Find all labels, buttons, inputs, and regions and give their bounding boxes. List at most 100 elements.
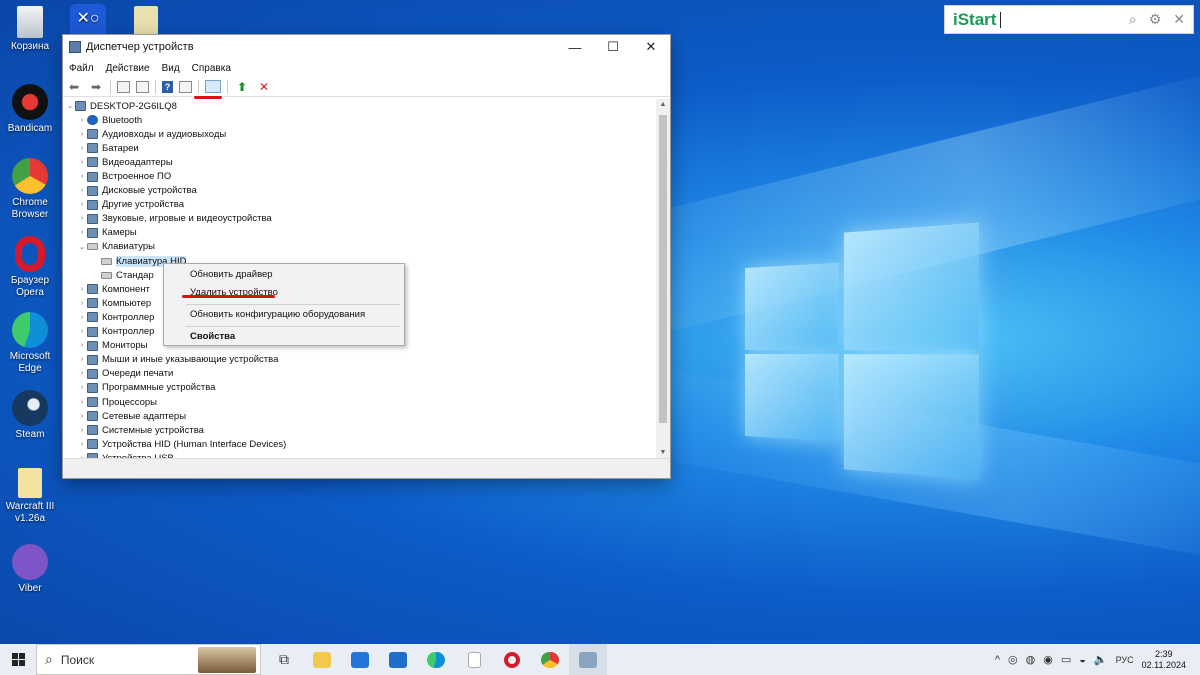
- title-bar[interactable]: Диспетчер устройств — ☐ ✕: [63, 35, 670, 59]
- collapse-arrow-icon[interactable]: ⌄: [65, 102, 75, 110]
- desktop-icon-recycle-bin[interactable]: Корзина: [2, 6, 58, 53]
- expand-arrow-icon[interactable]: ›: [77, 328, 87, 335]
- close-button[interactable]: ✕: [632, 39, 670, 55]
- tree-category-item[interactable]: › Видеоадаптеры: [63, 155, 656, 169]
- desktop-icon-bandicam[interactable]: Bandicam: [2, 84, 58, 135]
- expand-arrow-icon[interactable]: ›: [77, 399, 87, 406]
- taskbar-opera[interactable]: [493, 644, 531, 675]
- tree-category-item[interactable]: › Сетевые адаптеры: [63, 409, 656, 423]
- resources-view-icon[interactable]: [179, 81, 192, 93]
- scroll-up-icon[interactable]: ▲: [656, 101, 670, 108]
- vertical-scrollbar[interactable]: ▲ ▼: [656, 99, 670, 458]
- expand-arrow-icon[interactable]: ›: [77, 384, 87, 391]
- tree-category-item[interactable]: › Камеры: [63, 226, 656, 240]
- expand-arrow-icon[interactable]: ›: [77, 201, 87, 208]
- menu-file[interactable]: Файл: [69, 63, 94, 74]
- webcam-icon[interactable]: ◎: [1008, 653, 1018, 666]
- expand-arrow-icon[interactable]: ›: [77, 300, 87, 307]
- taskbar-explorer[interactable]: [303, 644, 341, 675]
- expand-arrow-icon[interactable]: ›: [77, 215, 87, 222]
- desktop-icon-edge[interactable]: Microsoft Edge: [2, 312, 58, 375]
- computer-icon: [75, 101, 86, 111]
- back-arrow-icon[interactable]: ⬅: [66, 79, 82, 95]
- tree-category-item[interactable]: › Системные устройства: [63, 423, 656, 437]
- scrollbar-thumb[interactable]: [659, 115, 667, 423]
- menu-item-update-driver[interactable]: Обновить драйвер: [190, 269, 273, 280]
- volume-icon[interactable]: 🔈: [1094, 653, 1108, 666]
- tree-category-item[interactable]: › Очереди печати: [63, 367, 656, 381]
- tree-category-item[interactable]: › Мыши и иные указывающие устройства: [63, 353, 656, 367]
- minimize-button[interactable]: —: [556, 40, 594, 55]
- tree-category-item[interactable]: › Другие устройства: [63, 198, 656, 212]
- properties-view-icon[interactable]: [117, 81, 130, 93]
- expand-arrow-icon[interactable]: ›: [77, 159, 87, 166]
- maximize-button[interactable]: ☐: [594, 39, 632, 55]
- device-list-icon[interactable]: [136, 81, 149, 93]
- expand-arrow-icon[interactable]: ›: [77, 145, 87, 152]
- menu-action[interactable]: Действие: [106, 63, 150, 74]
- steam-tray-icon[interactable]: ◉: [1043, 653, 1053, 666]
- taskbar-chrome[interactable]: [531, 644, 569, 675]
- tree-category-item[interactable]: › Звуковые, игровые и видеоустройства: [63, 212, 656, 226]
- expand-arrow-icon[interactable]: ›: [77, 314, 87, 321]
- gear-icon[interactable]: ⚙: [1149, 11, 1162, 28]
- expand-arrow-icon[interactable]: ›: [77, 370, 87, 377]
- tree-category-item[interactable]: › Аудиовходы и аудиовыходы: [63, 127, 656, 141]
- chevron-up-icon[interactable]: ^: [995, 654, 1000, 666]
- desktop-icon-steam[interactable]: Steam: [2, 390, 58, 441]
- collapse-arrow-icon[interactable]: ⌄: [77, 243, 87, 251]
- taskbar-store[interactable]: [341, 644, 379, 675]
- search-icon[interactable]: ⌕: [1129, 11, 1137, 28]
- istart-search-box[interactable]: iStart ⌕ ⚙ ✕: [944, 5, 1194, 34]
- update-driver-icon[interactable]: ⬆: [234, 79, 250, 95]
- tree-category-item[interactable]: › Устройства HID (Human Interface Devices…: [63, 437, 656, 451]
- taskbar-mail[interactable]: [379, 644, 417, 675]
- expand-arrow-icon[interactable]: ›: [77, 286, 87, 293]
- expand-arrow-icon[interactable]: ›: [77, 427, 87, 434]
- menu-help[interactable]: Справка: [192, 63, 231, 74]
- forward-arrow-icon[interactable]: ➡: [88, 79, 104, 95]
- tree-category-item[interactable]: › Встроенное ПО: [63, 169, 656, 183]
- expand-arrow-icon[interactable]: ›: [77, 229, 87, 236]
- start-button[interactable]: [0, 644, 36, 675]
- close-icon[interactable]: ✕: [1173, 11, 1185, 28]
- help-icon[interactable]: ?: [162, 81, 173, 93]
- taskbar-edge[interactable]: [417, 644, 455, 675]
- clock[interactable]: 2:39 02.11.2024: [1142, 649, 1186, 671]
- task-view-button[interactable]: ⧉: [265, 644, 303, 675]
- tree-category-item[interactable]: ›Устройства USB: [63, 451, 656, 458]
- tree-category-item[interactable]: ⌄ Клавиатуры: [63, 240, 656, 254]
- tree-root[interactable]: ⌄ DESKTOP-2G6ILQ8: [63, 99, 656, 113]
- desktop-icon-chrome[interactable]: Chrome Browser: [2, 158, 58, 221]
- expand-arrow-icon[interactable]: ›: [77, 117, 87, 124]
- tree-category-item[interactable]: › Батареи: [63, 141, 656, 155]
- desktop-icon-viber[interactable]: Viber: [2, 544, 58, 595]
- viber-tray-icon[interactable]: ◍: [1026, 653, 1036, 666]
- tree-category-item[interactable]: › Программные устройства: [63, 381, 656, 395]
- tree-category-item[interactable]: › Дисковые устройства: [63, 184, 656, 198]
- expand-arrow-icon[interactable]: ›: [77, 441, 87, 448]
- device-category-icon: [87, 172, 98, 182]
- menu-view[interactable]: Вид: [162, 63, 180, 74]
- menu-item-scan-hardware[interactable]: Обновить конфигурацию оборудования: [190, 309, 365, 320]
- tree-category-item[interactable]: › Процессоры: [63, 395, 656, 409]
- scroll-down-icon[interactable]: ▼: [656, 449, 670, 456]
- taskbar-device-manager[interactable]: [569, 644, 607, 675]
- taskbar-search[interactable]: ⌕ Поиск: [36, 644, 261, 675]
- language-indicator[interactable]: РУС: [1116, 655, 1134, 665]
- tree-category-item[interactable]: › Bluetooth: [63, 113, 656, 127]
- scan-hardware-icon[interactable]: [205, 80, 221, 93]
- expand-arrow-icon[interactable]: ›: [77, 131, 87, 138]
- network-icon[interactable]: ◒: [1079, 654, 1086, 666]
- uninstall-device-icon[interactable]: ✕: [256, 79, 272, 95]
- expand-arrow-icon[interactable]: ›: [77, 413, 87, 420]
- menu-item-properties[interactable]: Свойства: [190, 331, 235, 342]
- expand-arrow-icon[interactable]: ›: [77, 187, 87, 194]
- desktop-icon-opera[interactable]: Браузер Opera: [2, 236, 58, 299]
- taskbar-file[interactable]: [455, 644, 493, 675]
- expand-arrow-icon[interactable]: ›: [77, 356, 87, 363]
- battery-icon[interactable]: ▭: [1061, 653, 1071, 666]
- desktop-icon-warcraft[interactable]: Warcraft III v1.26a: [2, 468, 58, 525]
- expand-arrow-icon[interactable]: ›: [77, 173, 87, 180]
- expand-arrow-icon[interactable]: ›: [77, 342, 87, 349]
